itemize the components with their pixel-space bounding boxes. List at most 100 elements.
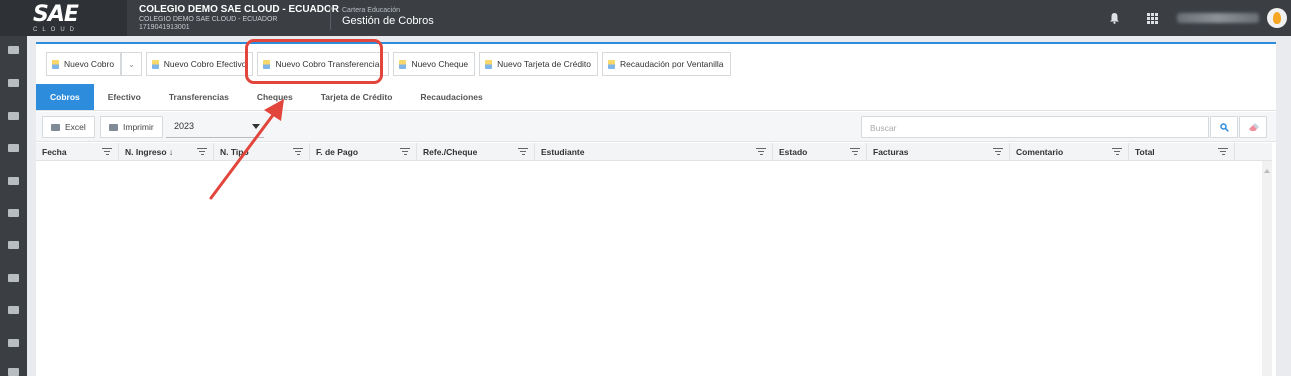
tab-tarjeta-credito[interactable]: Tarjeta de Crédito <box>307 84 407 110</box>
module-info: Cartera Educación Gestión de Cobros <box>342 7 434 27</box>
nuevo-tarjeta-label: Nuevo Tarjeta de Crédito <box>497 59 592 69</box>
recaudacion-ventanilla-button[interactable]: Recaudación por Ventanilla <box>602 52 731 76</box>
sidebar-document-icon[interactable] <box>8 274 19 282</box>
search-button[interactable] <box>1210 116 1238 138</box>
column-f-de-pago[interactable]: F. de Pago <box>310 143 417 161</box>
tab-cheques[interactable]: Cheques <box>243 84 307 110</box>
column-estado[interactable]: Estado <box>773 143 867 161</box>
action-buttons: Nuevo Cobro ⌄ Nuevo Cobro Efectivo Nuevo… <box>46 52 735 76</box>
nuevo-cheque-label: Nuevo Cheque <box>411 59 469 69</box>
table-header: Fecha N. Ingreso ↓ N. Tipo F. de Pago Re… <box>36 143 1272 161</box>
excel-button[interactable]: Excel <box>42 116 95 138</box>
nuevo-cobro-dropdown[interactable]: ⌄ <box>121 52 142 76</box>
column-label: N. Tipo <box>220 147 249 157</box>
printer-icon <box>109 123 118 131</box>
page-title: Gestión de Cobros <box>342 15 434 27</box>
column-label: Estado <box>779 147 808 157</box>
filter-icon[interactable] <box>1218 148 1228 155</box>
filter-icon[interactable] <box>400 148 410 155</box>
header-divider <box>330 6 331 30</box>
filter-icon[interactable] <box>993 148 1003 155</box>
nuevo-cobro-label: Nuevo Cobro <box>64 59 115 69</box>
column-label: F. de Pago <box>316 147 359 157</box>
user-avatar-icon <box>1273 12 1281 24</box>
nuevo-cobro-efectivo-label: Nuevo Cobro Efectivo <box>163 59 247 69</box>
column-refe-cheque[interactable]: Refe./Cheque <box>417 143 535 161</box>
filter-icon[interactable] <box>293 148 303 155</box>
search-icon <box>1219 122 1229 132</box>
document-icon <box>485 59 493 69</box>
document-icon <box>52 59 59 69</box>
sidebar-briefcase-icon[interactable] <box>8 209 19 217</box>
column-total[interactable]: Total <box>1129 143 1235 161</box>
document-icon <box>151 59 159 69</box>
column-label: Comentario <box>1016 147 1064 157</box>
filter-icon[interactable] <box>756 148 766 155</box>
bell-icon[interactable] <box>1095 0 1133 36</box>
column-label: Facturas <box>873 147 909 157</box>
document-icon <box>608 59 616 69</box>
nuevo-cheque-button[interactable]: Nuevo Cheque <box>393 52 476 76</box>
excel-label: Excel <box>65 122 86 132</box>
imprimir-button[interactable]: Imprimir <box>100 116 163 138</box>
column-n-tipo[interactable]: N. Tipo <box>214 143 310 161</box>
column-label: N. Ingreso ↓ <box>125 147 174 157</box>
filter-icon[interactable] <box>197 148 207 155</box>
tab-recaudaciones[interactable]: Recaudaciones <box>406 84 496 110</box>
column-estudiante[interactable]: Estudiante <box>535 143 773 161</box>
imprimir-label: Imprimir <box>123 122 154 132</box>
avatar[interactable] <box>1267 8 1287 28</box>
sidebar-card-icon[interactable] <box>8 241 19 249</box>
year-select[interactable]: 2023 <box>166 116 264 138</box>
apps-grid-icon[interactable] <box>1133 0 1171 36</box>
vertical-scrollbar[interactable] <box>1262 161 1272 376</box>
school-info: COLEGIO DEMO SAE CLOUD - ECUADOR COLEGIO… <box>139 4 340 32</box>
scroll-up-arrow-icon[interactable] <box>1264 169 1270 173</box>
column-label: Refe./Cheque <box>423 147 478 157</box>
column-fecha[interactable]: Fecha <box>36 143 119 161</box>
column-facturas[interactable]: Facturas <box>867 143 1010 161</box>
filter-icon[interactable] <box>102 148 112 155</box>
column-n-ingreso[interactable]: N. Ingreso ↓ <box>119 143 214 161</box>
caret-down-icon <box>252 124 260 129</box>
column-comentario[interactable]: Comentario <box>1010 143 1129 161</box>
document-icon <box>399 59 407 69</box>
tab-bar: Cobros Efectivo Transferencias Cheques T… <box>36 84 1276 111</box>
tab-transferencias[interactable]: Transferencias <box>155 84 243 110</box>
column-label: Fecha <box>42 147 67 157</box>
search-input[interactable]: Buscar <box>861 116 1209 138</box>
tab-cobros[interactable]: Cobros <box>36 84 94 110</box>
filter-icon[interactable] <box>1112 148 1122 155</box>
user-name-blurred[interactable] <box>1177 13 1259 23</box>
eraser-icon <box>1248 122 1259 131</box>
top-icons <box>1095 0 1291 36</box>
app-logo[interactable]: SAE CLOUD <box>0 0 127 36</box>
nuevo-cobro-efectivo-button[interactable]: Nuevo Cobro Efectivo <box>145 52 254 76</box>
sidebar-graduation-icon[interactable] <box>8 306 19 314</box>
nuevo-tarjeta-button[interactable]: Nuevo Tarjeta de Crédito <box>479 52 599 76</box>
clear-search-button[interactable] <box>1239 116 1267 138</box>
column-label: Estudiante <box>541 147 585 157</box>
main-panel: Nuevo Cobro ⌄ Nuevo Cobro Efectivo Nuevo… <box>36 42 1276 376</box>
sidebar-book-icon[interactable] <box>8 79 19 87</box>
filter-icon[interactable] <box>850 148 860 155</box>
grid-toolbar: Excel Imprimir 2023 Buscar <box>36 112 1276 142</box>
excel-icon <box>51 123 60 131</box>
tab-efectivo[interactable]: Efectivo <box>94 84 155 110</box>
sidebar-graduation-icon[interactable] <box>8 368 19 376</box>
school-name: COLEGIO DEMO SAE CLOUD - ECUADOR <box>139 4 340 15</box>
school-id: 1719041913001 <box>139 24 190 31</box>
sidebar-graduation-icon[interactable] <box>8 339 19 347</box>
logo-sub-text: CLOUD <box>33 27 80 33</box>
filter-icon[interactable] <box>518 148 528 155</box>
school-subtitle: COLEGIO DEMO SAE CLOUD - ECUADOR <box>139 16 278 23</box>
nuevo-cobro-button[interactable]: Nuevo Cobro <box>46 52 122 76</box>
recaudacion-ventanilla-label: Recaudación por Ventanilla <box>620 59 724 69</box>
sidebar-list-icon[interactable] <box>8 177 19 185</box>
sidebar-list-icon[interactable] <box>8 144 19 152</box>
sidebar-book-icon[interactable] <box>8 112 19 120</box>
module-category: Cartera Educación <box>342 7 400 14</box>
column-label: Total <box>1135 147 1155 157</box>
year-value: 2023 <box>174 121 195 131</box>
sidebar-user-icon[interactable] <box>8 46 19 54</box>
